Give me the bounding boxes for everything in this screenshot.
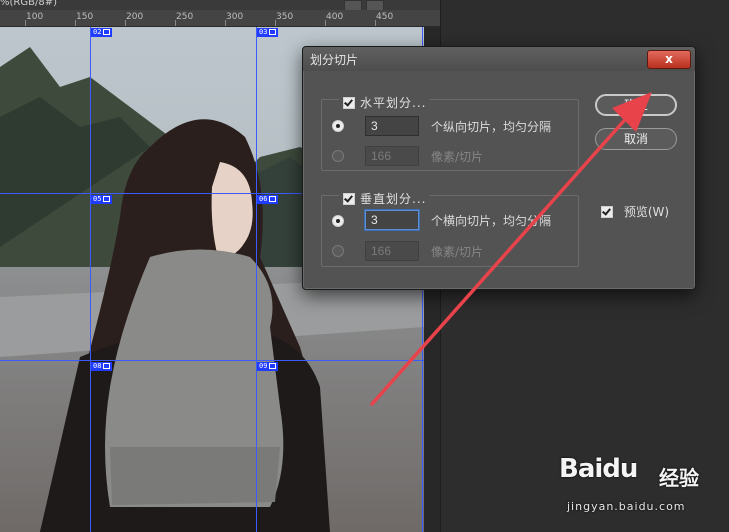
ruler-tick xyxy=(275,20,276,26)
slice-image-icon xyxy=(269,363,277,369)
dialog-body: 水平划分... 3 个纵向切片，均匀分隔 166 像素/切片 垂直划分... 3… xyxy=(309,71,689,283)
ruler-tick xyxy=(125,20,126,26)
ruler-label: 300 xyxy=(226,12,244,22)
vertical-divide-checkbox[interactable] xyxy=(343,192,355,205)
ruler-label: 350 xyxy=(276,12,294,22)
ruler-tick xyxy=(25,20,26,26)
vertical-pixels-radio[interactable] xyxy=(332,245,344,257)
horizontal-divide-checkbox[interactable] xyxy=(343,96,355,109)
vertical-pixels-value: 166 xyxy=(371,244,392,258)
horizontal-pixels-input[interactable]: 166 xyxy=(365,146,419,166)
ok-button[interactable]: 确定 xyxy=(595,94,677,116)
slice-tag[interactable]: 02 xyxy=(91,28,113,37)
horizontal-count-label: 个纵向切片，均匀分隔 xyxy=(431,120,552,134)
preview-checkbox[interactable] xyxy=(601,205,613,218)
slice-image-icon xyxy=(103,363,111,369)
slice-number: 02 xyxy=(93,28,102,36)
slice-tag[interactable]: 08 xyxy=(91,362,113,371)
slice-number: 03 xyxy=(259,28,268,36)
slice-tag[interactable]: 05 xyxy=(91,195,113,204)
ruler-label: 100 xyxy=(26,12,44,22)
slice-tag[interactable]: 06 xyxy=(257,195,279,204)
ruler-label: 200 xyxy=(126,12,144,22)
vertical-divide-checkbox-row[interactable]: 垂直划分... xyxy=(339,188,431,206)
horizontal-divide-checkbox-row[interactable]: 水平划分... xyxy=(339,92,431,110)
close-icon: x xyxy=(665,52,673,66)
ruler-tick xyxy=(175,20,176,26)
preview-label: 预览(W) xyxy=(623,205,670,219)
horizontal-pixels-radio[interactable] xyxy=(332,150,344,162)
ruler-label: 400 xyxy=(326,12,344,22)
slice-number: 05 xyxy=(93,195,102,203)
vertical-pixels-label: 像素/切片 xyxy=(431,245,484,259)
ruler-label: 150 xyxy=(76,12,94,22)
vertical-count-radio[interactable] xyxy=(332,215,344,227)
horizontal-slice-count-value: 3 xyxy=(371,119,378,133)
slice-image-icon xyxy=(269,29,277,35)
ruler-tick xyxy=(375,20,376,26)
vertical-slice-count-input[interactable]: 3 xyxy=(365,210,419,230)
vertical-divide-label: 垂直划分... xyxy=(360,192,427,206)
ruler-tick xyxy=(325,20,326,26)
horizontal-ruler[interactable]: 100 150 200 250 300 350 400 450 xyxy=(0,10,440,27)
vertical-slice-count-value: 3 xyxy=(371,213,378,227)
ruler-tick xyxy=(225,20,226,26)
slice-guide-vertical[interactable] xyxy=(90,27,91,532)
cancel-button[interactable]: 取消 xyxy=(595,128,677,150)
horizontal-slice-count-input[interactable]: 3 xyxy=(365,116,419,136)
slice-number: 06 xyxy=(259,195,268,203)
document-title[interactable]: %(RGB/8#) xyxy=(0,0,57,8)
close-button[interactable]: x xyxy=(647,50,691,69)
dialog-title: 划分切片 xyxy=(310,53,359,67)
baidu-watermark: Baidu 经验 jingyan.baidu.com xyxy=(555,452,725,528)
baidu-logo-cn: 经验 xyxy=(659,466,699,490)
baidu-logo: Baidu xyxy=(559,454,638,484)
vertical-pixels-input[interactable]: 166 xyxy=(365,241,419,261)
slice-guide-vertical[interactable] xyxy=(256,27,257,532)
slice-tag[interactable]: 09 xyxy=(257,362,279,371)
slice-guide-horizontal[interactable] xyxy=(0,360,424,361)
slice-image-icon xyxy=(103,29,111,35)
slice-image-icon xyxy=(103,196,111,202)
horizontal-pixels-value: 166 xyxy=(371,149,392,163)
dialog-titlebar[interactable]: 划分切片 x xyxy=(303,47,695,71)
ruler-label: 250 xyxy=(176,12,194,22)
slice-number: 08 xyxy=(93,362,102,370)
horizontal-pixels-label: 像素/切片 xyxy=(431,150,484,164)
ruler-tick xyxy=(75,20,76,26)
horizontal-divide-label: 水平划分... xyxy=(360,96,427,110)
preview-option[interactable]: 预览(W) xyxy=(601,203,669,220)
horizontal-count-radio[interactable] xyxy=(332,120,344,132)
vertical-count-label: 个横向切片，均匀分隔 xyxy=(431,214,552,228)
slice-tag[interactable]: 03 xyxy=(257,28,279,37)
slice-image-icon xyxy=(269,196,277,202)
divide-slice-dialog: 划分切片 x 水平划分... 3 个纵向切片，均匀分隔 166 像素/切片 垂直… xyxy=(302,46,696,290)
ruler-label: 450 xyxy=(376,12,394,22)
watermark-url: jingyan.baidu.com xyxy=(567,500,686,513)
slice-number: 09 xyxy=(259,362,268,370)
